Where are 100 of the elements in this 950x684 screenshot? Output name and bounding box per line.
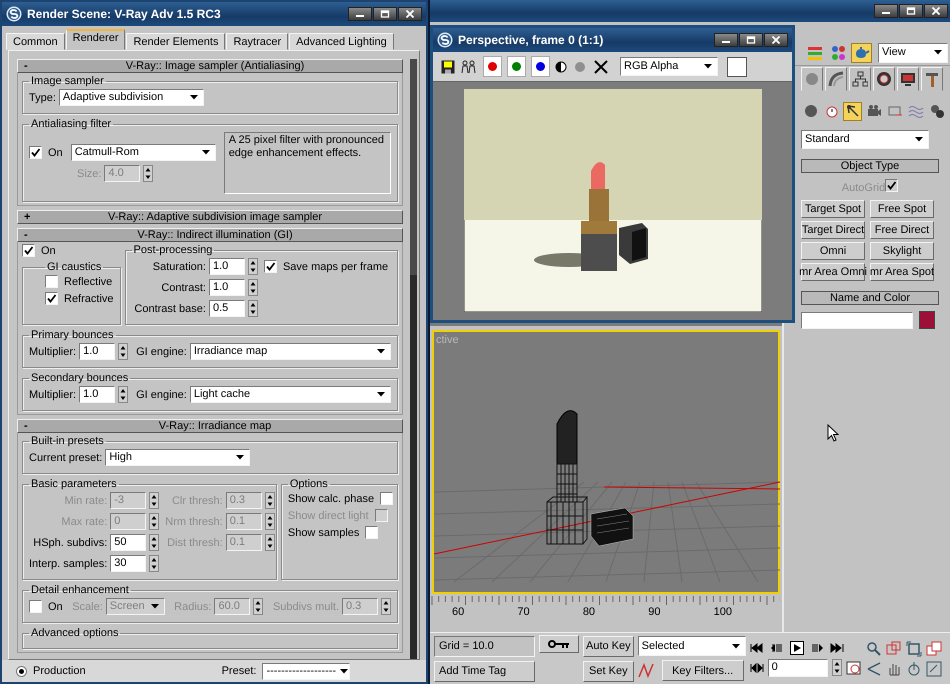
add-time-tag-button[interactable]: Add Time Tag (434, 660, 535, 682)
save-icon[interactable] (441, 60, 455, 74)
search-icon[interactable] (866, 640, 882, 656)
channel-toggle[interactable] (531, 56, 550, 77)
color-swatch[interactable] (919, 311, 935, 329)
minimize-button[interactable] (714, 33, 738, 47)
number-field[interactable]: 1.0 (79, 386, 116, 403)
spinner-arrows[interactable] (118, 343, 128, 360)
spinner-arrows[interactable] (143, 165, 154, 182)
clear-icon[interactable] (593, 60, 609, 74)
checkbox[interactable] (264, 260, 277, 273)
radio-button[interactable] (16, 666, 27, 676)
minimize-button[interactable] (874, 4, 898, 18)
zoom-all-icon[interactable] (886, 640, 902, 656)
tab[interactable]: Render Elements (126, 33, 226, 50)
checkbox[interactable] (45, 292, 58, 305)
dropdown[interactable]: RGB Alpha (620, 57, 718, 76)
dropdown[interactable]: Light cache (190, 386, 391, 403)
tab[interactable]: Advanced Lighting (289, 33, 394, 50)
dropdown[interactable]: Selected (638, 636, 746, 656)
checkbox[interactable] (29, 600, 42, 613)
teapot-icon[interactable] (851, 42, 872, 62)
wheel-icon[interactable] (876, 71, 892, 87)
dropdown[interactable]: Catmull-Rom (70, 144, 216, 161)
number-field[interactable]: 50 (110, 534, 146, 551)
windows-icon[interactable] (926, 640, 942, 656)
rollout-header[interactable]: Object Type (801, 159, 939, 173)
channel-toggle[interactable] (507, 56, 526, 77)
maximize-viewport-icon[interactable] (926, 660, 942, 676)
checkbox[interactable] (29, 146, 42, 159)
zoom-extents-icon[interactable] (906, 640, 922, 656)
spinner-arrows[interactable] (264, 513, 275, 530)
set-key-button[interactable] (539, 635, 579, 653)
key-mode-icon[interactable] (750, 662, 764, 672)
hierarchy-icon[interactable] (852, 71, 868, 87)
object-type-button[interactable]: Skylight (870, 242, 934, 260)
set-key-button[interactable]: Set Key (583, 660, 634, 682)
auto-key-button[interactable]: Auto Key (583, 636, 634, 656)
dot-icon[interactable] (572, 60, 588, 72)
go-to-end-icon[interactable] (830, 640, 846, 654)
spinner-arrows[interactable] (118, 386, 128, 403)
monitor-icon[interactable] (900, 71, 916, 87)
name-field[interactable] (801, 312, 913, 328)
number-field[interactable]: 30 (110, 555, 146, 572)
dropdown[interactable]: View (878, 42, 948, 62)
object-type-button[interactable]: Free Direct (870, 221, 934, 239)
object-type-button[interactable]: mr Area Spot (870, 263, 934, 281)
tab[interactable]: Renderer (66, 29, 126, 50)
category-button[interactable] (843, 102, 862, 120)
number-field[interactable]: 0.5 (208, 300, 245, 317)
dropdown[interactable]: Irradiance map (190, 343, 391, 360)
maximize-button[interactable] (899, 4, 923, 18)
close-button[interactable] (764, 33, 788, 47)
time-configuration-icon[interactable] (846, 660, 862, 674)
spinner-arrows[interactable] (248, 279, 258, 296)
number-field[interactable]: 1.0 (208, 279, 245, 296)
spinner-arrows[interactable] (253, 598, 264, 615)
play-icon[interactable] (790, 640, 806, 654)
frame-field[interactable]: 0 (768, 658, 828, 676)
tab[interactable]: Common (6, 33, 65, 50)
spinner-arrows[interactable] (264, 534, 275, 551)
people-icon[interactable] (460, 60, 478, 74)
maximize-button[interactable] (739, 33, 763, 47)
spinner-arrows[interactable] (149, 534, 160, 551)
spinner-arrows[interactable] (381, 598, 391, 615)
field-of-view-icon[interactable] (866, 660, 882, 676)
dropdown[interactable]: Standard (801, 130, 929, 149)
checkbox[interactable] (22, 244, 35, 257)
orbit-icon[interactable] (906, 660, 922, 676)
spinner-arrows[interactable] (149, 555, 160, 572)
spinner-arrows[interactable] (248, 300, 258, 317)
dropdown[interactable]: ------------------- (262, 662, 350, 680)
spinner-arrows[interactable] (149, 492, 160, 509)
object-type-button[interactable]: Omni (801, 242, 865, 260)
curve-icon[interactable] (828, 71, 844, 87)
dropdown[interactable]: High (105, 449, 250, 466)
rollout-header[interactable]: - V-Ray:: Image sampler (Antialiasing) (17, 59, 403, 73)
dropdown[interactable]: Adaptive subdivision (58, 89, 204, 106)
object-type-button[interactable]: Target Direct (801, 221, 865, 239)
spinner-arrows[interactable] (264, 492, 275, 509)
number-field[interactable]: 1.0 (79, 343, 116, 360)
spinner-arrows[interactable] (149, 513, 160, 530)
close-button[interactable] (398, 7, 422, 21)
spinner-arrows[interactable] (248, 258, 258, 275)
rollout-header[interactable]: + V-Ray:: Adaptive subdivision image sampler (17, 210, 403, 224)
tab[interactable]: Raytracer (226, 33, 288, 50)
channel-toggle[interactable] (483, 56, 502, 77)
object-type-button[interactable]: mr Area Omni (801, 263, 865, 281)
hammer-icon[interactable] (924, 71, 940, 87)
rollout-header[interactable]: - V-Ray:: Irradiance map (17, 419, 403, 433)
contrast-icon[interactable] (555, 60, 567, 72)
checkbox[interactable] (45, 275, 58, 288)
object-type-button[interactable]: Target Spot (801, 200, 865, 218)
object-type-button[interactable]: Free Spot (870, 200, 934, 218)
spinner-arrows[interactable] (832, 659, 842, 676)
close-button[interactable] (924, 4, 948, 18)
checkbox[interactable] (365, 526, 378, 539)
checkbox[interactable] (380, 492, 394, 505)
rollout-header[interactable]: Name and Color (801, 291, 939, 305)
rollout-header[interactable]: - V-Ray:: Indirect illumination (GI) (17, 228, 403, 242)
